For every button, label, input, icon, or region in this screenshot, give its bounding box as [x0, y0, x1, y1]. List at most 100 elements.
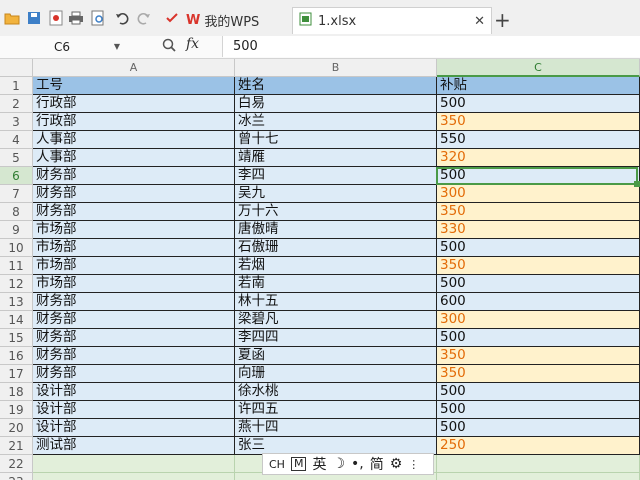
row-header[interactable]: 13 [0, 293, 33, 311]
cell-b2[interactable]: 白易 [235, 95, 437, 113]
cell-c20[interactable]: 500 [437, 419, 640, 437]
tab-my-wps[interactable]: W 我的WPS [186, 8, 290, 32]
insert-function-button[interactable]: fx [186, 36, 199, 52]
cell-b18[interactable]: 徐水桃 [235, 383, 437, 401]
row-header[interactable]: 3 [0, 113, 33, 131]
cell-c8[interactable]: 350 [437, 203, 640, 221]
cell-b7[interactable]: 吴九 [235, 185, 437, 203]
spreadsheet-grid[interactable]: A B C 1 工号 姓名 补贴 2 行政部 白易 500 3 行政部 冰兰 350 4 人事部 曾十七 55… [0, 59, 640, 480]
cell-c3[interactable]: 350 [437, 113, 640, 131]
cell-a13[interactable]: 财务部 [33, 293, 235, 311]
cell-a12[interactable]: 市场部 [33, 275, 235, 293]
undo-icon[interactable] [114, 10, 130, 26]
cell-a4[interactable]: 人事部 [33, 131, 235, 149]
cell-c4[interactable]: 550 [437, 131, 640, 149]
cell-a6[interactable]: 财务部 [33, 167, 235, 185]
row-header[interactable]: 19 [0, 401, 33, 419]
row-header[interactable]: 8 [0, 203, 33, 221]
cell-a9[interactable]: 市场部 [33, 221, 235, 239]
row-header[interactable]: 23 [0, 473, 33, 480]
cell-b4[interactable]: 曾十七 [235, 131, 437, 149]
cell-c9[interactable]: 330 [437, 221, 640, 239]
cell-c11[interactable]: 350 [437, 257, 640, 275]
cell-c12[interactable]: 500 [437, 275, 640, 293]
cell-a20[interactable]: 设计部 [33, 419, 235, 437]
row-header[interactable]: 15 [0, 329, 33, 347]
row-header[interactable]: 21 [0, 437, 33, 455]
cell-a15[interactable]: 财务部 [33, 329, 235, 347]
cell-a17[interactable]: 财务部 [33, 365, 235, 383]
more-options-icon[interactable]: ⋮ [408, 458, 419, 471]
cell-a19[interactable]: 设计部 [33, 401, 235, 419]
row-header[interactable]: 16 [0, 347, 33, 365]
row-header[interactable]: 18 [0, 383, 33, 401]
cell-c16[interactable]: 350 [437, 347, 640, 365]
cell-a21[interactable]: 测试部 [33, 437, 235, 455]
export-pdf-icon[interactable] [48, 10, 64, 26]
punctuation-icon[interactable]: •, [351, 456, 364, 472]
cell-b3[interactable]: 冰兰 [235, 113, 437, 131]
row-header[interactable]: 22 [0, 455, 33, 473]
column-header-a[interactable]: A [33, 59, 235, 77]
cell-a18[interactable]: 设计部 [33, 383, 235, 401]
print-icon[interactable] [68, 10, 84, 26]
row-header[interactable]: 6 [0, 167, 33, 185]
row-header[interactable]: 11 [0, 257, 33, 275]
tab-1-xlsx[interactable]: 1.xlsx ✕ [292, 7, 492, 34]
cell-a22[interactable] [33, 455, 235, 473]
row-header[interactable]: 17 [0, 365, 33, 383]
cell-b12[interactable]: 若南 [235, 275, 437, 293]
cell-c5[interactable]: 320 [437, 149, 640, 167]
fill-handle[interactable] [634, 181, 640, 187]
row-header[interactable]: 7 [0, 185, 33, 203]
ime-mode-icon[interactable]: M [290, 457, 307, 471]
cell-b8[interactable]: 万十六 [235, 203, 437, 221]
cell-a16[interactable]: 财务部 [33, 347, 235, 365]
cell-c15[interactable]: 500 [437, 329, 640, 347]
row-header[interactable]: 2 [0, 95, 33, 113]
cell-b5[interactable]: 靖雁 [235, 149, 437, 167]
cell-c1[interactable]: 补贴 [437, 77, 640, 95]
row-header[interactable]: 14 [0, 311, 33, 329]
ime-simplified-toggle[interactable]: 简 [370, 454, 384, 474]
cell-c23[interactable] [437, 473, 640, 480]
cell-c13[interactable]: 600 [437, 293, 640, 311]
cell-a2[interactable]: 行政部 [33, 95, 235, 113]
customize-toolbar-icon[interactable] [164, 10, 180, 26]
cell-b13[interactable]: 林十五 [235, 293, 437, 311]
zoom-formula-icon[interactable] [162, 38, 176, 56]
cell-b10[interactable]: 石傲珊 [235, 239, 437, 257]
row-header[interactable]: 5 [0, 149, 33, 167]
chevron-down-icon[interactable]: ▼ [114, 42, 120, 51]
cell-b16[interactable]: 夏函 [235, 347, 437, 365]
cell-b20[interactable]: 燕十四 [235, 419, 437, 437]
row-header[interactable]: 9 [0, 221, 33, 239]
cell-a5[interactable]: 人事部 [33, 149, 235, 167]
cell-b17[interactable]: 向珊 [235, 365, 437, 383]
formula-input[interactable]: 500 [222, 36, 640, 57]
cell-a1[interactable]: 工号 [33, 77, 235, 95]
print-preview-icon[interactable] [90, 10, 106, 26]
cell-c21[interactable]: 250 [437, 437, 640, 455]
cell-c6[interactable]: 500 [437, 167, 640, 185]
cell-c14[interactable]: 300 [437, 311, 640, 329]
row-header[interactable]: 20 [0, 419, 33, 437]
row-header[interactable]: 12 [0, 275, 33, 293]
cell-c2[interactable]: 500 [437, 95, 640, 113]
open-folder-icon[interactable] [4, 10, 20, 26]
row-header[interactable]: 4 [0, 131, 33, 149]
cell-c19[interactable]: 500 [437, 401, 640, 419]
new-tab-button[interactable]: + [494, 8, 511, 32]
cell-c10[interactable]: 500 [437, 239, 640, 257]
cell-b19[interactable]: 许四五 [235, 401, 437, 419]
cell-c17[interactable]: 350 [437, 365, 640, 383]
column-header-c[interactable]: C [437, 59, 640, 77]
cell-a23[interactable] [33, 473, 235, 480]
cell-b15[interactable]: 李四四 [235, 329, 437, 347]
row-header[interactable]: 10 [0, 239, 33, 257]
close-tab-icon[interactable]: ✕ [474, 14, 485, 29]
cell-c18[interactable]: 500 [437, 383, 640, 401]
select-all-corner[interactable] [0, 59, 33, 77]
cell-c22[interactable] [437, 455, 640, 473]
column-header-b[interactable]: B [235, 59, 437, 77]
